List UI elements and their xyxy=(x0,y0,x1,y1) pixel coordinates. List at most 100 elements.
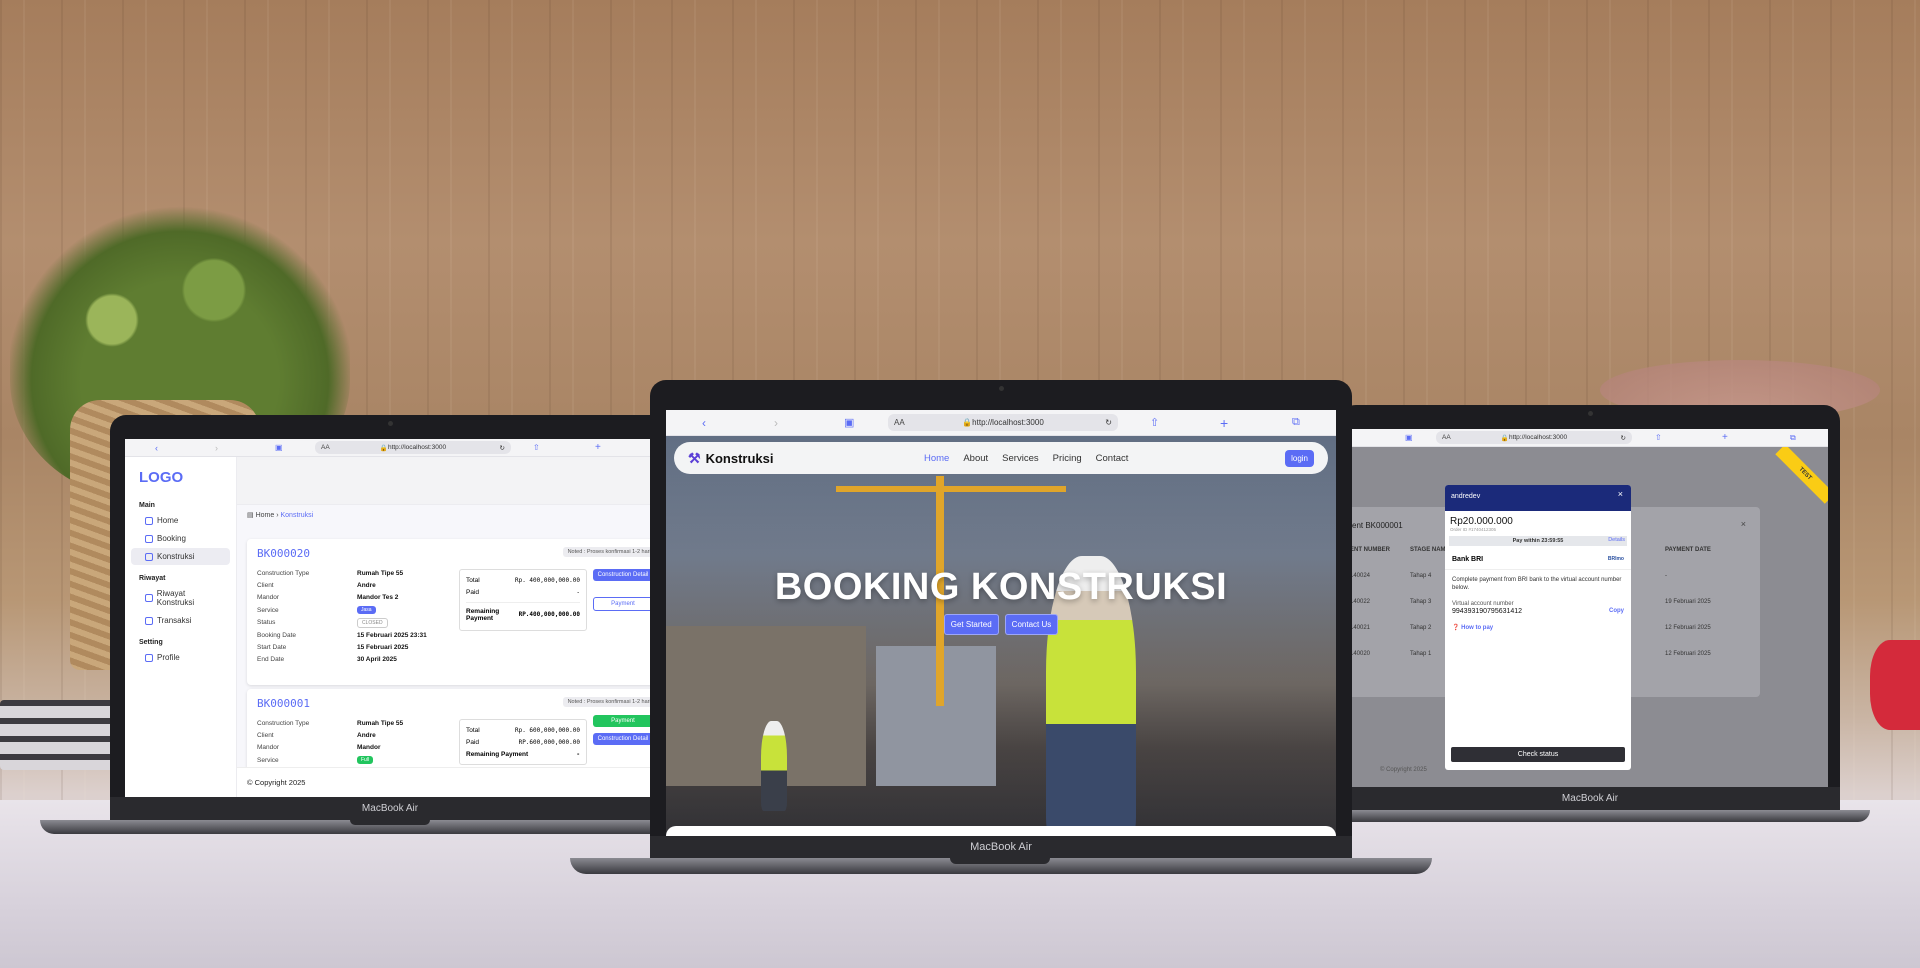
content-edge xyxy=(666,826,1336,836)
payment-button[interactable]: Payment xyxy=(593,715,653,727)
lock-icon: 🔒 xyxy=(962,418,973,427)
tabs-icon[interactable]: ⧉ xyxy=(1790,433,1796,443)
get-started-button[interactable]: Get Started xyxy=(943,614,999,635)
nav-about[interactable]: About xyxy=(963,453,988,464)
center-screen: ⚒ Konstruksi Home About Services Pricing … xyxy=(666,410,1336,836)
login-button[interactable]: login xyxy=(1285,449,1314,467)
url-text: http://localhost:3000 xyxy=(972,418,1044,427)
right-screen: ent BK000001 × ENT NUMBER STAGE NAM PAYM… xyxy=(1350,429,1828,787)
bank-logo: BRImo xyxy=(1607,556,1624,562)
amount: Rp20.000.000 xyxy=(1450,516,1513,527)
nav-contact[interactable]: Contact xyxy=(1096,453,1129,464)
app-logo: LOGO xyxy=(139,469,184,486)
new-tab-icon[interactable]: + xyxy=(1220,415,1228,431)
check-status-button[interactable]: Check status xyxy=(1451,747,1625,762)
pay-within: Pay within 23:59:55 xyxy=(1449,536,1627,546)
copyright: © Copyright 2025 xyxy=(1380,767,1427,773)
table-header: STAGE NAM xyxy=(1410,547,1446,553)
laptop-label: MacBook Air xyxy=(650,836,1352,858)
table-header: ENT NUMBER xyxy=(1350,547,1390,553)
reload-icon[interactable]: ↻ xyxy=(1621,434,1626,442)
sidebar-item-booking[interactable]: Booking xyxy=(131,530,230,547)
payment-summary: Total Rp. 400,000,000.00 Paid - Remaining … xyxy=(459,569,587,631)
profile-icon xyxy=(145,653,153,662)
laptop-right: ent BK000001 × ENT NUMBER STAGE NAM PAYM… xyxy=(1330,405,1870,835)
nav-services[interactable]: Services xyxy=(1002,453,1038,464)
sidebar-item-konstruksi[interactable]: Konstruksi xyxy=(131,548,230,565)
va-label: Virtual account number xyxy=(1452,600,1514,607)
red-decor xyxy=(1870,640,1920,730)
booking-card: BK000001 Noted : Proses konfirmasi 1-2 h… xyxy=(247,689,655,779)
construction-detail-button[interactable]: Construction Detail xyxy=(593,569,653,581)
main-content: ▤ Home › Konstruksi BK000020 Noted : Pro… xyxy=(237,457,655,797)
tabs-icon[interactable]: ⧉ xyxy=(1292,416,1300,429)
note-badge: Noted : Proses konfirmasi 1-2 hari setel… xyxy=(562,697,655,707)
new-tab-icon[interactable]: + xyxy=(1722,432,1728,443)
group-riwayat: Riwayat xyxy=(139,575,166,582)
laptop-left: ‹ › ▣ AA 🔒 http://localhost:3000 ↻ ⇧ + L… xyxy=(40,415,740,845)
booking-id: BK000001 xyxy=(257,697,310,710)
breadcrumb-current: Konstruksi xyxy=(280,512,314,519)
sidebar: LOGO Main Home Booking Konstruksi Riwaya… xyxy=(125,457,237,797)
breadcrumb-home[interactable]: Home xyxy=(256,512,275,519)
address-bar[interactable]: AA 🔒 http://localhost:3000 ↻ xyxy=(888,414,1118,431)
booking-card: BK000020 Noted : Proses konfirmasi 1-2 h… xyxy=(247,539,655,685)
book-icon[interactable]: ▣ xyxy=(275,443,283,452)
group-main: Main xyxy=(139,502,155,509)
back-icon[interactable]: ‹ xyxy=(155,443,158,453)
details-toggle[interactable]: Details xyxy=(1608,537,1625,543)
copy-button[interactable]: Copy xyxy=(1609,608,1624,615)
note-badge: Noted : Proses konfirmasi 1-2 hari setel… xyxy=(562,547,655,557)
order-id: Order ID #1740412305 xyxy=(1450,527,1497,532)
instruction-text: Complete payment from BRI bank to the vi… xyxy=(1452,577,1622,592)
lock-icon: 🔒 xyxy=(379,444,388,452)
new-tab-icon[interactable]: + xyxy=(595,442,601,453)
construction-detail-button[interactable]: Construction Detail xyxy=(593,733,653,745)
nav-pricing[interactable]: Pricing xyxy=(1053,453,1082,464)
navbar: ⚒ Konstruksi Home About Services Pricing … xyxy=(674,442,1328,474)
left-screen: ‹ › ▣ AA 🔒 http://localhost:3000 ↻ ⇧ + L… xyxy=(125,439,655,797)
merchant-name: andredev xyxy=(1451,493,1481,500)
reload-icon[interactable]: ↻ xyxy=(500,444,505,452)
reload-icon[interactable]: ↻ xyxy=(1105,418,1112,427)
forward-icon[interactable]: › xyxy=(774,416,778,430)
users-icon xyxy=(145,594,153,602)
test-ribbon: TEST xyxy=(1775,444,1828,504)
sidebar-item-riwayat-konstruksi[interactable]: Riwayat Konstruksi xyxy=(131,585,230,611)
breadcrumb: ▤ Home › Konstruksi xyxy=(247,512,314,519)
payment-summary: Total Rp. 600,000,000.00 Paid RP.600,000,0… xyxy=(459,719,587,765)
book-icon[interactable]: ▣ xyxy=(1405,433,1413,442)
sidebar-item-home[interactable]: Home xyxy=(131,512,230,529)
topbar xyxy=(237,457,655,505)
how-to-pay[interactable]: ❓ How to pay xyxy=(1445,616,1631,631)
va-number: 994393190795631412 xyxy=(1452,607,1523,615)
sidebar-item-transaksi[interactable]: Transaksi xyxy=(131,612,230,629)
forward-icon[interactable]: › xyxy=(215,443,218,453)
address-bar[interactable]: AA 🔒 http://localhost:3000 ↻ xyxy=(1436,431,1632,444)
payment-button[interactable]: Payment xyxy=(593,597,653,611)
table-header: PAYMENT DATE xyxy=(1665,547,1711,553)
share-icon[interactable]: ⇧ xyxy=(1655,433,1662,442)
group-setting: Setting xyxy=(139,639,163,646)
address-bar[interactable]: AA 🔒 http://localhost:3000 ↻ xyxy=(315,441,511,454)
share-icon[interactable]: ⇧ xyxy=(533,443,540,452)
payment-modal: andredev × Rp20.000.000 Order ID #1740412… xyxy=(1445,485,1631,770)
grid-icon xyxy=(145,516,153,525)
book-icon[interactable]: ▣ xyxy=(844,416,854,429)
laptop-label: MacBook Air xyxy=(110,797,670,820)
contact-us-button[interactable]: Contact Us xyxy=(1004,614,1059,635)
brand-name[interactable]: Konstruksi xyxy=(706,451,774,466)
back-icon[interactable]: ‹ xyxy=(702,416,706,430)
close-icon[interactable]: × xyxy=(1741,519,1746,529)
lock-icon: 🔒 xyxy=(1500,434,1509,442)
status-badge: CLOSED xyxy=(357,617,388,628)
booking-id: BK000020 xyxy=(257,547,310,560)
laptop-label: MacBook Air xyxy=(1340,787,1840,810)
table-title: ent BK000001 xyxy=(1352,521,1403,530)
sidebar-item-profile[interactable]: Profile xyxy=(131,649,230,666)
payment-page-overlay: ent BK000001 × ENT NUMBER STAGE NAM PAYM… xyxy=(1350,444,1828,787)
close-icon[interactable]: × xyxy=(1618,489,1623,499)
share-icon[interactable]: ⇧ xyxy=(1150,416,1159,429)
url-text: http://localhost:3000 xyxy=(1508,434,1568,441)
nav-home[interactable]: Home xyxy=(924,453,949,464)
